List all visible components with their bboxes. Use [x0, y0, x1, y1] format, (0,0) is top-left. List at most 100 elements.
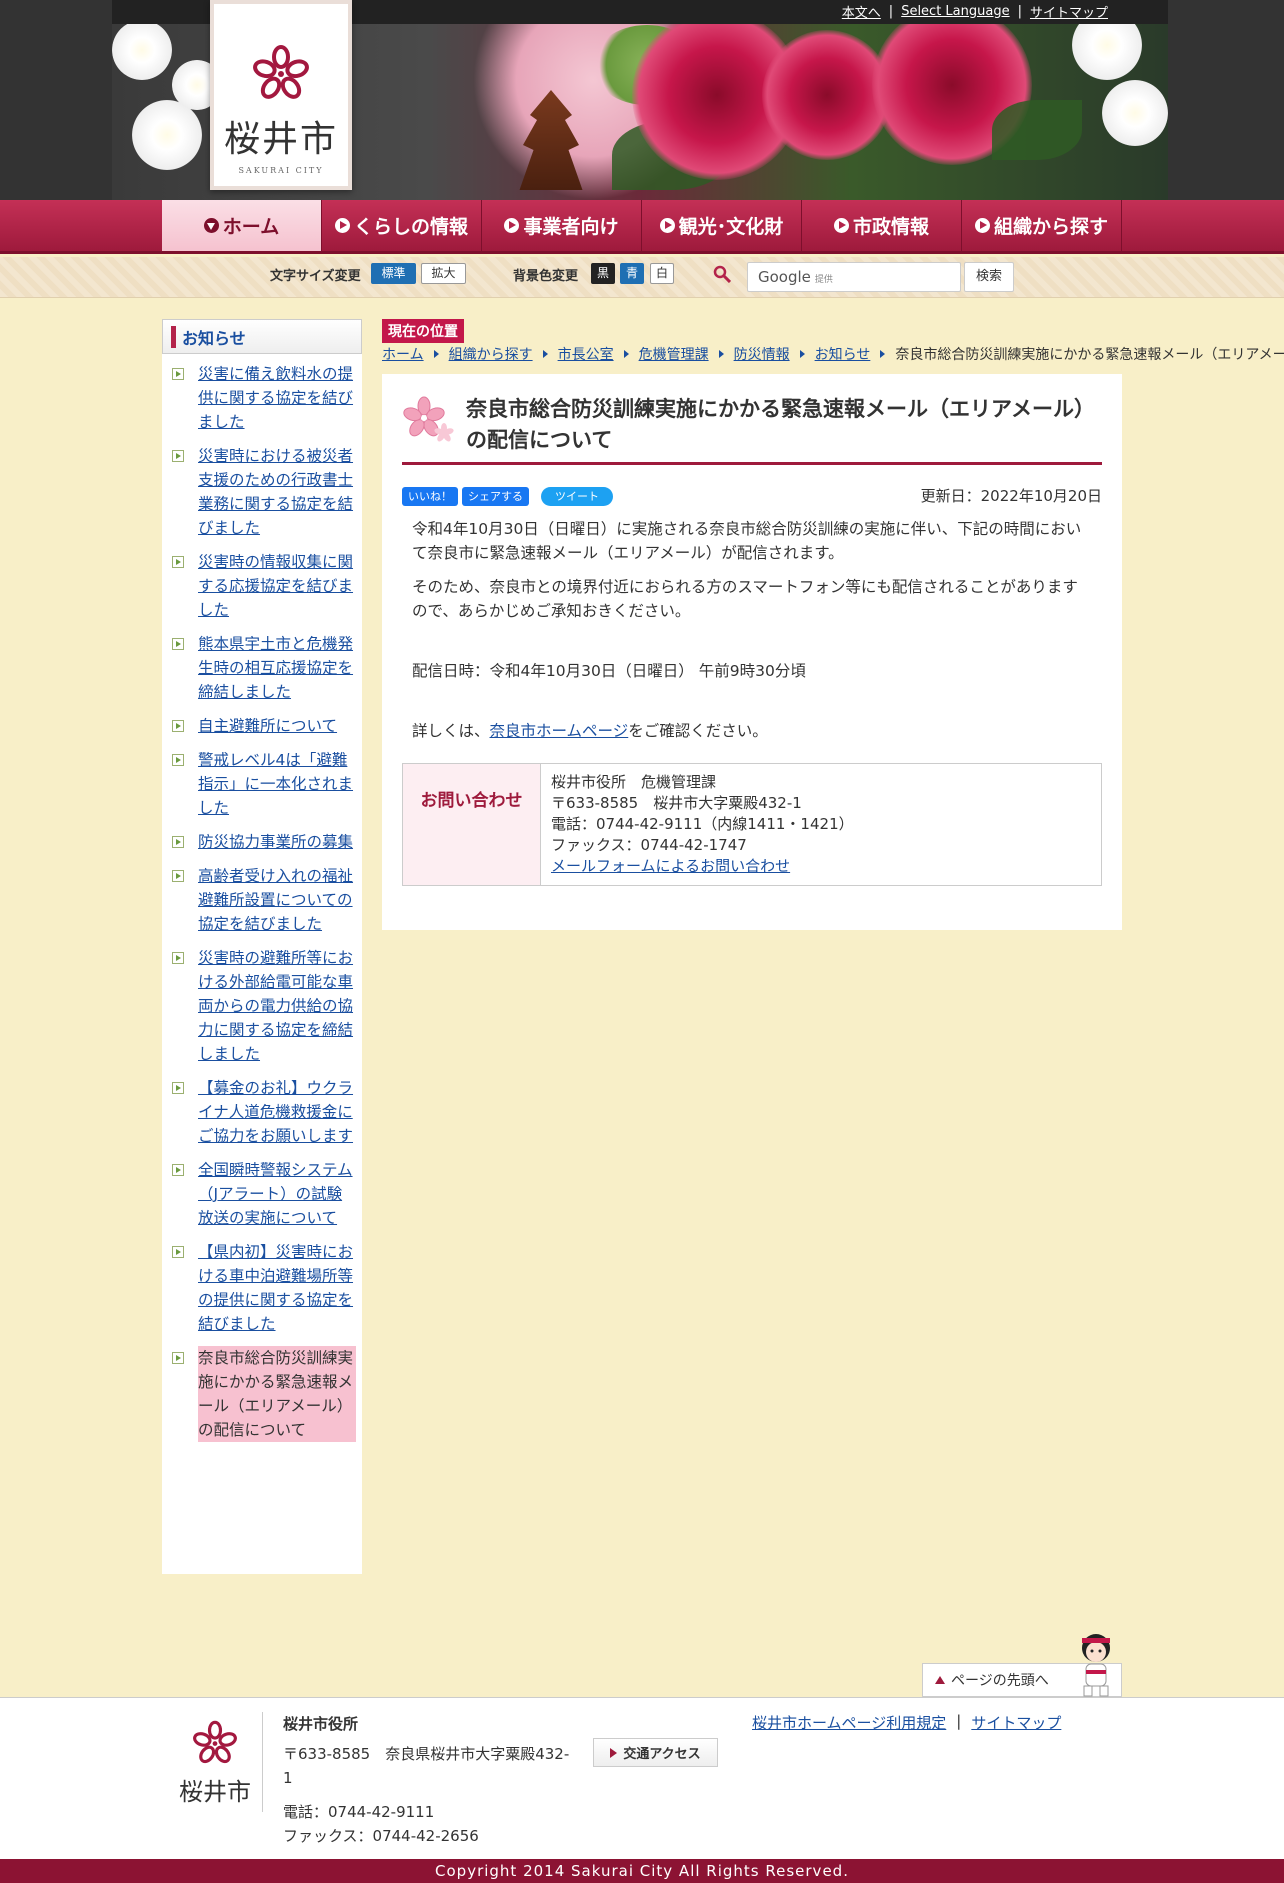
breadcrumb-link[interactable]: 危機管理課	[639, 344, 709, 364]
circle-arrow-icon	[203, 218, 219, 233]
arrow-icon	[172, 556, 184, 568]
footer-divider	[262, 1712, 263, 1812]
blossom-decoration	[1102, 80, 1168, 146]
sidebar-item: 災害に備え飲料水の提供に関する協定を結びました	[172, 362, 356, 434]
sidebar-item: 防災協力事業所の募集	[172, 830, 356, 854]
search-powered-label: 提供	[814, 275, 833, 285]
footer-info: 桜井市役所 〒633-8585 奈良県桜井市大字粟殿432-1 電話：0744-…	[283, 1712, 573, 1848]
sakura-icon	[403, 396, 454, 442]
breadcrumb-arrow-icon	[799, 350, 805, 358]
sidebar-link[interactable]: 熊本県宇土市と危機発生時の相互応援協定を締結しました	[198, 632, 356, 704]
mascot-icon	[1082, 1634, 1110, 1697]
sitemap-link[interactable]: サイトマップ	[1030, 2, 1108, 21]
social-buttons: いいね！ シェアする ツイート 更新日：2022年10月20日	[402, 485, 1102, 507]
sidebar-link[interactable]: 全国瞬時警報システム（Jアラート）の試験放送の実施について	[198, 1158, 356, 1230]
logo-subtitle: SAKURAI CITY	[238, 166, 324, 175]
nav-tourism[interactable]: 観光･文化財	[642, 200, 802, 251]
arrow-icon	[172, 1352, 184, 1364]
footer-sitemap-link[interactable]: サイトマップ	[971, 1712, 1061, 1733]
breadcrumb-link[interactable]: お知らせ	[815, 344, 871, 364]
nav-organization[interactable]: 組織から探す	[962, 200, 1122, 251]
logo-name: 桜井市	[223, 119, 338, 160]
nav-city-info[interactable]: 市政情報	[802, 200, 962, 251]
sidebar-link[interactable]: 防災協力事業所の募集	[198, 830, 353, 854]
arrow-icon	[172, 754, 184, 766]
site-logo[interactable]: 桜井市 SAKURAI CITY	[210, 0, 352, 190]
breadcrumb-link[interactable]: 市長公室	[558, 344, 614, 364]
terms-link[interactable]: 桜井市ホームページ利用規定	[752, 1712, 946, 1733]
font-large-button[interactable]: 拡大	[421, 263, 466, 284]
nav-business[interactable]: 事業者向け	[482, 200, 642, 251]
body-paragraph: 令和4年10月30日（日曜日）に実施される奈良市総合防災訓練の実施に伴い、下記の…	[412, 520, 1082, 562]
facebook-like-button[interactable]: いいね！	[402, 486, 458, 506]
sidebar-link[interactable]: 【県内初】災害時における車中泊避難場所等の提供に関する協定を結びました	[198, 1240, 356, 1336]
search-button[interactable]: 検索	[964, 262, 1014, 292]
sidebar-link[interactable]: 災害に備え飲料水の提供に関する協定を結びました	[198, 362, 356, 434]
details-prefix: 詳しくは、	[412, 722, 490, 740]
arrow-icon	[172, 450, 184, 462]
nav-label: 事業者向け	[523, 216, 619, 238]
title-area: 奈良市総合防災訓練実施にかかる緊急速報メール（エリアメール）の配信について	[402, 394, 1102, 465]
bg-white-button[interactable]: 白	[650, 263, 674, 284]
sidebar-item: 警戒レベル4は「避難指示」に一本化されました	[172, 748, 356, 820]
contact-fax: ファックス：0744-42-1747	[551, 836, 747, 854]
footer-links: 桜井市ホームページ利用規定 | サイトマップ	[752, 1712, 1061, 1733]
nav-home[interactable]: ホーム	[162, 200, 322, 251]
footer-logo-name: 桜井市	[179, 1778, 251, 1806]
bg-blue-button[interactable]: 青	[620, 263, 644, 284]
separator: |	[1017, 3, 1022, 19]
play-arrow-icon	[610, 1747, 618, 1758]
sidebar-item: 高齢者受け入れの福祉避難所設置についての協定を結びました	[172, 864, 356, 936]
mail-form-link[interactable]: メールフォームによるお問い合わせ	[551, 857, 790, 875]
details-paragraph: 詳しくは、奈良市ホームページをご確認ください。	[412, 719, 1092, 743]
font-standard-button[interactable]: 標準	[371, 263, 416, 284]
title-bar-decoration	[171, 325, 176, 348]
access-label: 交通アクセス	[623, 1747, 701, 1762]
arrow-icon	[172, 1082, 184, 1094]
nara-city-homepage-link[interactable]: 奈良市ホームページ	[490, 722, 629, 740]
select-language-link[interactable]: Select Language	[901, 4, 1009, 19]
arrow-icon	[172, 720, 184, 732]
tweet-button[interactable]: ツイート	[541, 486, 613, 506]
sidebar-link[interactable]: 警戒レベル4は「避難指示」に一本化されました	[198, 748, 356, 820]
contact-dept: 桜井市役所 危機管理課	[551, 773, 717, 791]
nav-label: 市政情報	[852, 216, 929, 238]
breadcrumb-arrow-icon	[718, 350, 724, 358]
blossom-decoration	[112, 20, 172, 80]
facebook-share-button[interactable]: シェアする	[462, 486, 529, 506]
footer-logo: 桜井市	[170, 1720, 260, 1807]
footer-address: 〒633-8585 奈良県桜井市大字粟殿432-1	[283, 1745, 570, 1787]
arrow-icon	[172, 1164, 184, 1176]
skip-to-content-link[interactable]: 本文へ	[842, 2, 881, 21]
sidebar-link[interactable]: 災害時の情報収集に関する応援協定を結びました	[198, 550, 356, 622]
footer-fax: ファックス：0744-42-2656	[283, 1827, 479, 1845]
sidebar-link[interactable]: 高齢者受け入れの福祉避難所設置についての協定を結びました	[198, 864, 356, 936]
leaf-decoration	[992, 100, 1082, 160]
accessibility-tools: 文字サイズ変更 標準 拡大 背景色変更 黒 青 白 Google 提供 検索	[0, 257, 1284, 298]
sidebar-link[interactable]: 【募金のお礼】ウクライナ人道危機救援金にご協力をお願いします	[198, 1076, 356, 1148]
bg-color-label: 背景色変更	[513, 269, 579, 284]
font-size-label: 文字サイズ変更	[270, 269, 361, 284]
search-input[interactable]: Google 提供	[747, 262, 961, 292]
sidebar-item: 【募金のお礼】ウクライナ人道危機救援金にご協力をお願いします	[172, 1076, 356, 1148]
nav-label: くらしの情報	[353, 216, 468, 238]
footer-phone: 電話：0744-42-9111	[283, 1803, 435, 1821]
breadcrumb-label: 現在の位置	[382, 319, 464, 343]
sidebar-link[interactable]: 災害時の避難所等における外部給電可能な車両からの電力供給の協力に関する協定を締結…	[198, 946, 356, 1066]
nav-living-info[interactable]: くらしの情報	[322, 200, 482, 251]
sidebar-item: 災害時の避難所等における外部給電可能な車両からの電力供給の協力に関する協定を締結…	[172, 946, 356, 1066]
footer-org: 桜井市役所	[283, 1715, 359, 1733]
nav-label: 観光･文化財	[678, 216, 784, 238]
breadcrumb-link[interactable]: 組織から探す	[449, 344, 533, 364]
breadcrumb-link[interactable]: 防災情報	[734, 344, 790, 364]
bg-black-button[interactable]: 黒	[591, 263, 615, 284]
sidebar-item: 災害時における被災者支援のための行政書士業務に関する協定を結びました	[172, 444, 356, 540]
breadcrumb-link[interactable]: ホーム	[382, 344, 424, 364]
circle-arrow-icon	[974, 218, 990, 233]
access-button[interactable]: 交通アクセス	[593, 1738, 718, 1767]
sidebar-link[interactable]: 災害時における被災者支援のための行政書士業務に関する協定を結びました	[198, 444, 356, 540]
arrow-icon	[172, 870, 184, 882]
sidebar-item: 自主避難所について	[172, 714, 356, 738]
sidebar-link[interactable]: 自主避難所について	[198, 714, 337, 738]
page-title: 奈良市総合防災訓練実施にかかる緊急速報メール（エリアメール）の配信について	[466, 397, 1095, 452]
